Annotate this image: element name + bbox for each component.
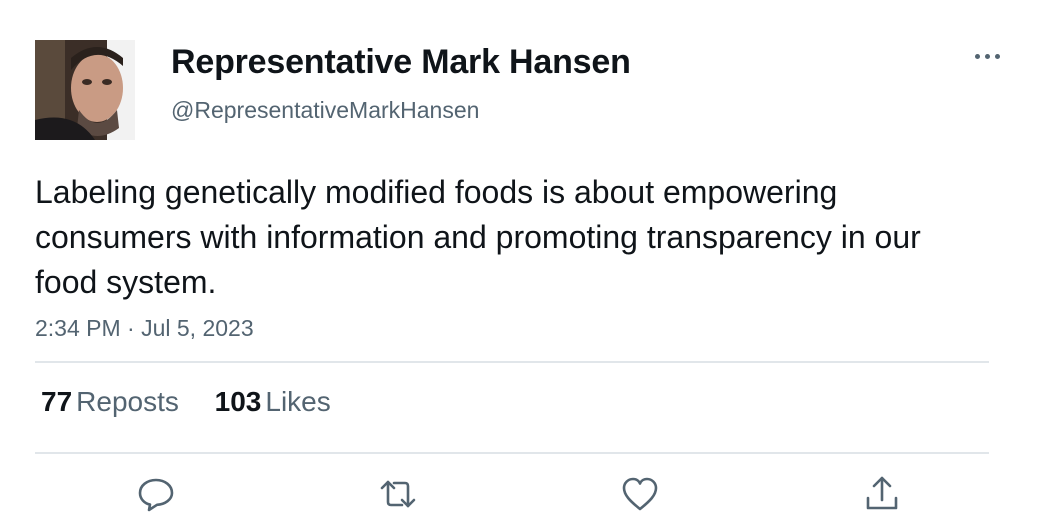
share-icon[interactable] (862, 474, 902, 514)
reposts-label: Reposts (76, 386, 179, 417)
divider (35, 452, 989, 454)
reposts-count: 77 (41, 386, 73, 417)
likes-label: Likes (265, 386, 331, 417)
like-icon[interactable] (620, 474, 660, 514)
likes-stat[interactable]: 103 Likes (215, 386, 331, 418)
reposts-stat[interactable]: 77 Reposts (41, 386, 179, 418)
author-display-name[interactable]: Representative Mark Hansen (171, 43, 631, 82)
likes-count: 103 (214, 386, 262, 417)
more-options-icon[interactable] (972, 46, 1004, 68)
reply-icon[interactable] (136, 474, 176, 514)
author-handle[interactable]: @RepresentativeMarkHansen (171, 97, 479, 124)
tweet-timestamp[interactable]: 2:34 PM · Jul 5, 2023 (35, 315, 254, 342)
tweet-text: Labeling genetically modified foods is a… (35, 174, 921, 300)
engagement-stats: 77 Reposts 103 Likes (41, 386, 359, 418)
avatar[interactable] (35, 40, 135, 140)
repost-icon[interactable] (378, 474, 418, 514)
divider (35, 361, 989, 363)
tweet-card: Representative Mark Hansen @Representati… (0, 0, 1050, 525)
